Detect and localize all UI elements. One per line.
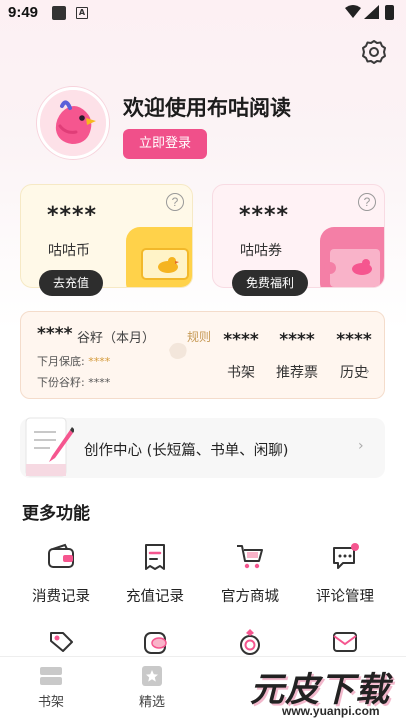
login-button[interactable]: 立即登录	[123, 129, 207, 159]
bookshelf-icon	[40, 667, 62, 685]
stat-value: ****	[279, 330, 315, 350]
next-grain: 下份谷籽: ****	[37, 374, 110, 390]
coin-help-icon[interactable]: ?	[166, 193, 184, 211]
coins-icon	[144, 632, 167, 654]
feature-row2-item-4[interactable]	[300, 627, 390, 657]
stat-recommend-votes[interactable]: **** 推荐票	[269, 330, 325, 382]
grain-value: ****	[37, 324, 73, 344]
app-notification-icon	[52, 6, 66, 20]
signal-icon	[364, 5, 379, 19]
stat-history[interactable]: **** 历史	[326, 330, 382, 382]
coin-value: ****	[47, 203, 98, 228]
grain-label: 谷籽（本月）	[77, 331, 156, 346]
notification-badge-icon: A	[76, 7, 88, 19]
stat-value: ****	[336, 330, 372, 350]
mail-icon	[333, 632, 357, 652]
stat-value: ****	[223, 330, 259, 350]
feature-comment-management[interactable]: 评论管理	[300, 541, 390, 606]
feature-row2-item-2[interactable]	[110, 627, 200, 657]
feature-label: 消费记录	[32, 589, 90, 605]
nav-label: 书架	[37, 695, 64, 710]
chevron-right-icon: ›	[358, 438, 364, 454]
battery-icon	[385, 5, 394, 20]
feature-official-store[interactable]: 官方商城	[205, 541, 295, 606]
ticket-puzzle-icon	[320, 227, 384, 287]
settings-button[interactable]	[360, 38, 388, 66]
free-welfare-button[interactable]: 免费福利	[232, 270, 309, 296]
ticket-help-icon[interactable]: ?	[358, 193, 376, 211]
chevron-right-icon: ›	[365, 364, 370, 378]
feature-row2-item-1[interactable]	[16, 627, 106, 657]
nav-bookshelf[interactable]: 书架	[21, 665, 81, 710]
ring-icon	[240, 629, 260, 655]
bird-watermark-icon	[169, 342, 187, 359]
stat-label: 推荐票	[276, 365, 318, 381]
status-bar: 9:49 A	[0, 0, 406, 28]
coin-wallet-icon	[126, 227, 192, 287]
tag-icon	[50, 632, 73, 652]
status-time: 9:49	[8, 4, 39, 21]
wifi-icon	[345, 5, 361, 18]
comment-icon	[333, 543, 359, 569]
receipt-icon	[145, 544, 165, 570]
creation-center-entry[interactable]: 创作中心 (长短篇、书单、闲聊) ›	[20, 417, 385, 478]
ticket-value: ****	[239, 203, 290, 228]
grain-panel: **** 谷籽（本月） 规则 下月保底: **** 下份谷籽: **** ***…	[20, 311, 385, 399]
feature-label: 评论管理	[316, 589, 374, 605]
feature-label: 官方商城	[221, 589, 279, 605]
feature-recharge-records[interactable]: 充值记录	[110, 541, 200, 606]
next-grain-label: 下份谷籽:	[37, 376, 85, 389]
wallet-icon	[48, 543, 74, 568]
next-guarantee-value: ****	[88, 355, 111, 368]
welcome-title: 欢迎使用布咕阅读	[123, 96, 291, 120]
feature-label: 充值记录	[126, 589, 184, 605]
creation-center-label: 创作中心 (长短篇、书单、闲聊)	[84, 443, 289, 459]
ticket-label: 咕咕券	[240, 243, 282, 259]
watermark-url: www.yuanpi.com	[282, 704, 380, 718]
stat-label: 书架	[227, 365, 255, 381]
bird-avatar-icon	[40, 90, 106, 156]
avatar[interactable]	[37, 87, 109, 159]
next-guarantee-label: 下月保底:	[37, 355, 85, 368]
notebook-pen-icon	[25, 417, 74, 477]
next-guarantee: 下月保底: ****	[37, 353, 110, 369]
more-features-title: 更多功能	[22, 504, 90, 524]
gear-icon	[362, 40, 386, 64]
cart-icon	[237, 545, 263, 569]
stat-label: 历史	[340, 365, 368, 381]
stat-bookshelf[interactable]: **** 书架	[213, 330, 269, 382]
feature-row2-item-3[interactable]	[205, 627, 295, 657]
featured-icon	[142, 666, 162, 686]
recharge-button[interactable]: 去充值	[39, 270, 104, 296]
nav-label: 精选	[138, 695, 165, 710]
feature-consumption-records[interactable]: 消费记录	[16, 541, 106, 606]
nav-featured[interactable]: 精选	[122, 665, 182, 710]
next-grain-value: ****	[88, 376, 111, 389]
coin-label: 咕咕币	[48, 243, 90, 259]
site-watermark: 元皮下载 www.yuanpi.com	[236, 658, 406, 721]
